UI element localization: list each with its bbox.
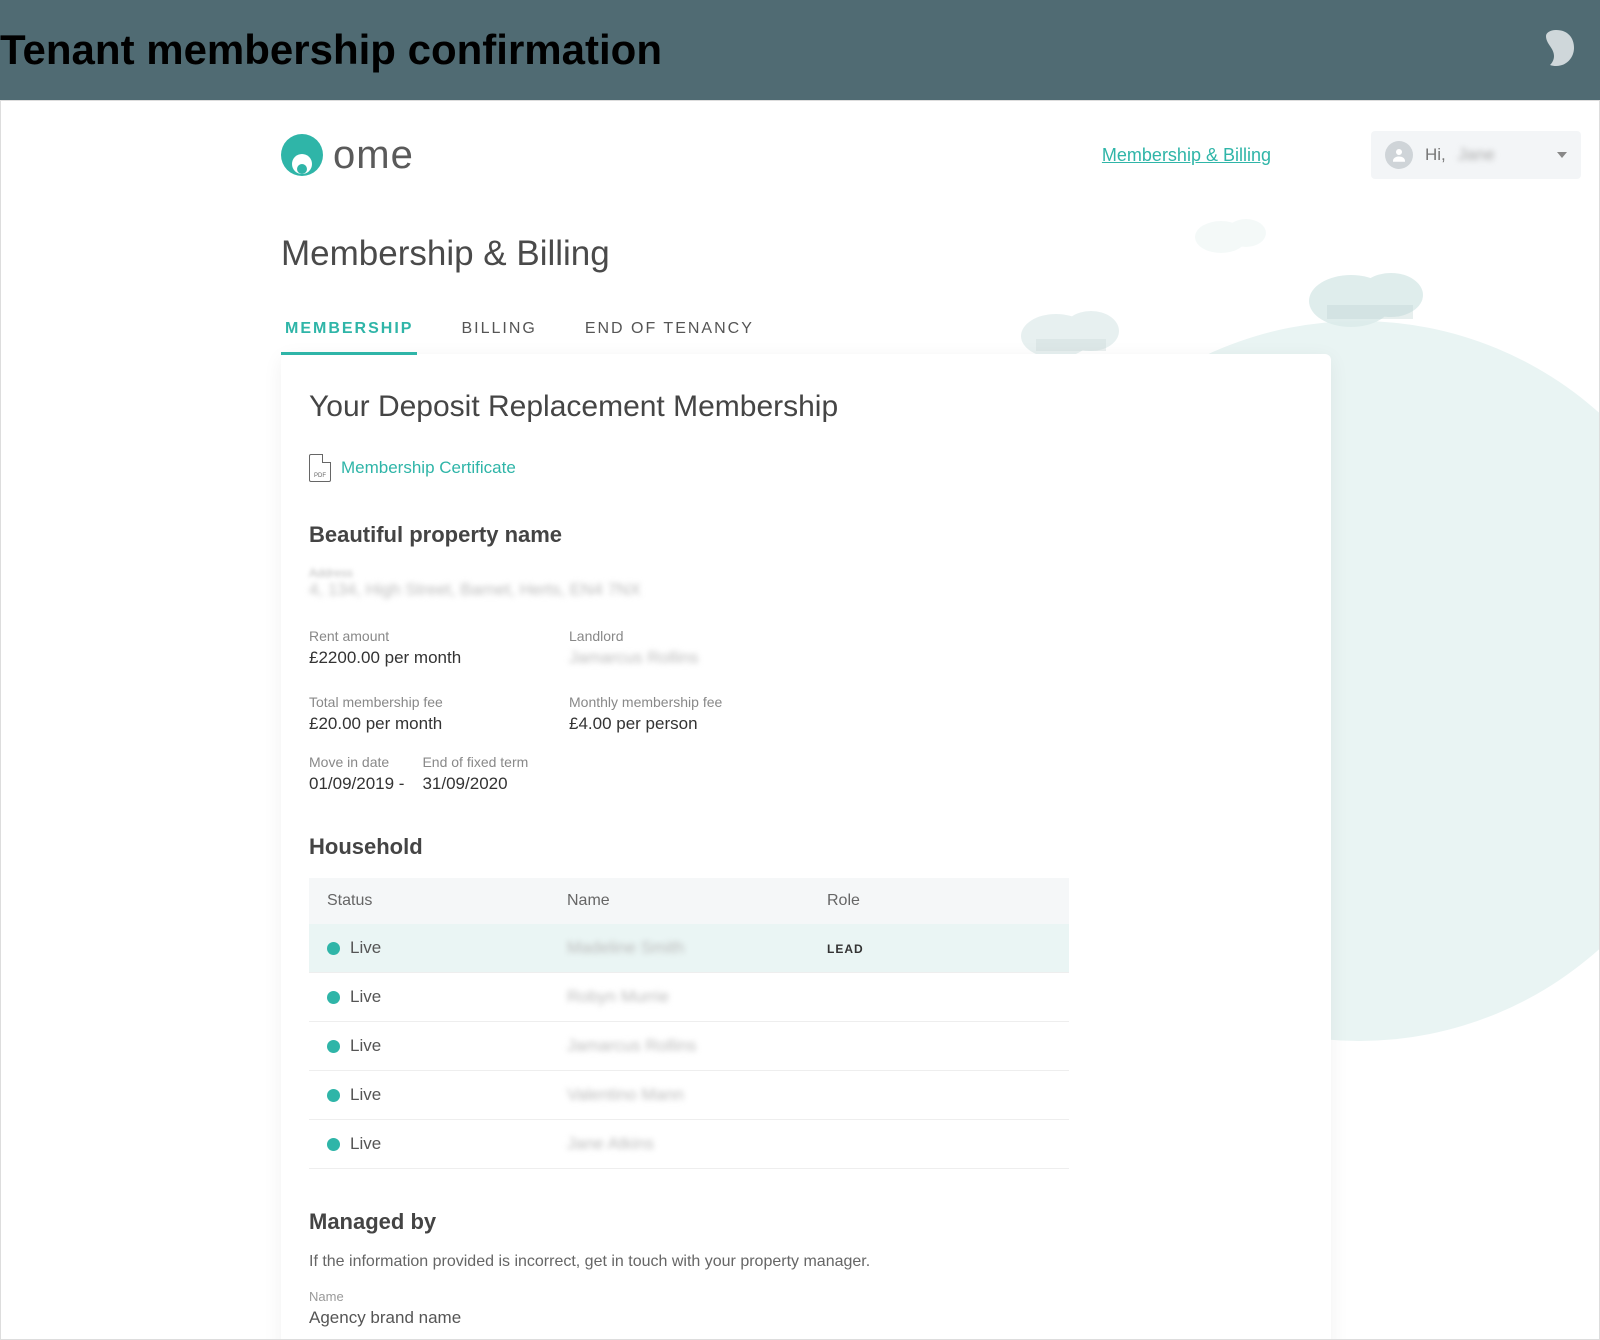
status-cell: Live xyxy=(327,987,567,1007)
certificate-link-text: Membership Certificate xyxy=(341,458,516,478)
nav-membership-billing-link[interactable]: Membership & Billing xyxy=(1102,145,1271,166)
status-text: Live xyxy=(350,1036,381,1056)
topbar: ome Membership & Billing Hi, Jane xyxy=(281,131,1581,179)
table-row: Live Valentino Mann xyxy=(309,1071,1069,1120)
member-name: Madeline Smith xyxy=(567,938,827,958)
table-header: Status Name Role xyxy=(309,878,1069,924)
status-text: Live xyxy=(350,1134,381,1154)
status-text: Live xyxy=(350,1085,381,1105)
tab-billing[interactable]: BILLING xyxy=(457,314,540,355)
outer-title: Tenant membership confirmation xyxy=(0,29,662,71)
chevron-down-icon xyxy=(1557,152,1567,158)
rent-label: Rent amount xyxy=(309,628,569,644)
managed-name-value: Agency brand name xyxy=(309,1308,1303,1328)
tabs: MEMBERSHIP BILLING END OF TENANCY xyxy=(281,314,1581,355)
status-dot-icon xyxy=(327,1089,340,1102)
col-name: Name xyxy=(567,892,827,910)
status-text: Live xyxy=(350,938,381,958)
outer-header: Tenant membership confirmation xyxy=(0,0,1600,100)
total-fee-value: £20.00 per month xyxy=(309,714,569,734)
member-role: LEAD xyxy=(827,938,1051,958)
move-in-label: Move in date xyxy=(309,754,404,770)
tab-membership[interactable]: MEMBERSHIP xyxy=(281,314,417,355)
leaf-icon xyxy=(1532,24,1580,77)
status-text: Live xyxy=(350,987,381,1007)
membership-certificate-link[interactable]: Membership Certificate xyxy=(309,454,1303,482)
managed-heading: Managed by xyxy=(309,1209,1303,1235)
membership-heading: Your Deposit Replacement Membership xyxy=(309,390,1303,424)
address-label: Address xyxy=(309,566,1303,580)
avatar-icon xyxy=(1385,141,1413,169)
membership-card: Your Deposit Replacement Membership Memb… xyxy=(281,354,1331,1340)
landlord-value: Jamarcus Rollins xyxy=(569,648,829,668)
app-frame: ome Membership & Billing Hi, Jane Member… xyxy=(0,100,1600,1340)
status-dot-icon xyxy=(327,1138,340,1151)
member-name: Jamarcus Rollins xyxy=(567,1036,827,1056)
pdf-icon xyxy=(309,454,331,482)
total-fee-label: Total membership fee xyxy=(309,694,569,710)
brand-logo[interactable]: ome xyxy=(281,133,414,178)
managed-note: If the information provided is incorrect… xyxy=(309,1253,1303,1271)
status-dot-icon xyxy=(327,1040,340,1053)
page-title: Membership & Billing xyxy=(281,234,1581,274)
brand-name: ome xyxy=(333,133,414,178)
member-name: Valentino Mann xyxy=(567,1085,827,1105)
household-table: Status Name Role LiveMadeline SmithLEADL… xyxy=(309,878,1069,1169)
end-term-value: 31/09/2020 xyxy=(422,774,528,794)
status-cell: Live xyxy=(327,1085,567,1105)
col-status: Status xyxy=(327,892,567,910)
monthly-fee-value: £4.00 per person xyxy=(569,714,829,734)
member-name: Robyn Murrie xyxy=(567,987,827,1007)
user-menu-dropdown[interactable]: Hi, Jane xyxy=(1371,131,1581,179)
col-role: Role xyxy=(827,892,1051,910)
status-cell: Live xyxy=(327,1134,567,1154)
monthly-fee-label: Monthly membership fee xyxy=(569,694,829,710)
logo-mark-icon xyxy=(281,134,323,176)
table-row: Live Jamarcus Rollins xyxy=(309,1022,1069,1071)
managed-name-label: Name xyxy=(309,1289,1303,1304)
property-name: Beautiful property name xyxy=(309,522,1303,548)
end-term-label: End of fixed term xyxy=(422,754,528,770)
user-greeting: Hi, xyxy=(1425,145,1446,165)
address-value: 4, 134, High Street, Barnet, Herts, EN4 … xyxy=(309,580,1303,600)
tab-end-of-tenancy[interactable]: END OF TENANCY xyxy=(581,314,758,355)
move-in-value: 01/09/2019 - xyxy=(309,774,404,794)
status-dot-icon xyxy=(327,942,340,955)
rent-value: £2200.00 per month xyxy=(309,648,569,668)
table-row: Live Robyn Murrie xyxy=(309,973,1069,1022)
table-row: Live Madeline SmithLEAD xyxy=(309,924,1069,973)
status-dot-icon xyxy=(327,991,340,1004)
status-cell: Live xyxy=(327,938,567,958)
status-cell: Live xyxy=(327,1036,567,1056)
member-name: Jane Atkins xyxy=(567,1134,827,1154)
table-row: Live Jane Atkins xyxy=(309,1120,1069,1169)
landlord-label: Landlord xyxy=(569,628,829,644)
user-name: Jane xyxy=(1458,145,1495,165)
household-heading: Household xyxy=(309,834,1303,860)
